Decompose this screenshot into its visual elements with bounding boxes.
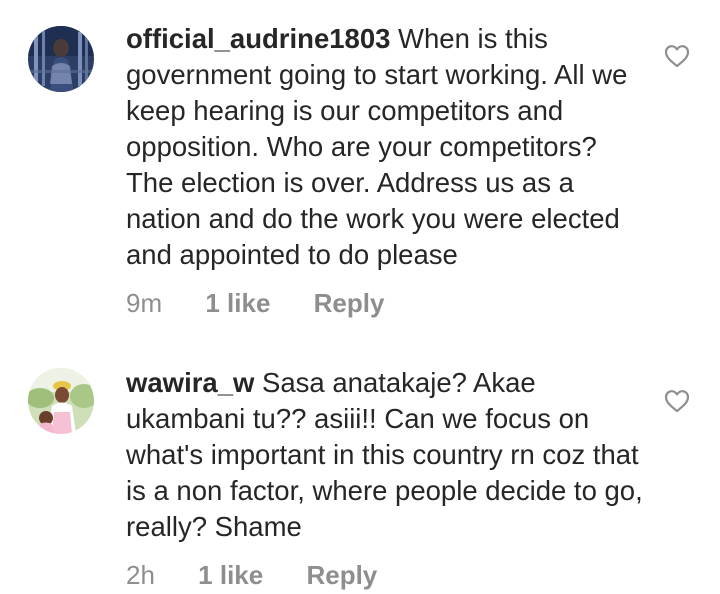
heart-outline-icon[interactable] <box>664 389 690 413</box>
comment-meta: 2h 1 like Reply <box>126 557 646 593</box>
heart-outline-icon[interactable] <box>664 44 690 68</box>
comment-timestamp: 9m <box>126 288 163 318</box>
reply-button[interactable]: Reply <box>306 557 377 593</box>
comment-username[interactable]: official_audrine1803 <box>126 23 390 54</box>
comment-username[interactable]: wawira_w <box>126 367 254 398</box>
comments-list: official_audrine1803 When is this govern… <box>0 0 720 594</box>
comment-likes-count[interactable]: 1 like <box>198 557 263 593</box>
comment-body: wawira_w Sasa anatakaje? Akae ukambani t… <box>126 365 646 593</box>
comment-text: official_audrine1803 When is this govern… <box>126 21 646 273</box>
avatar[interactable] <box>28 368 94 434</box>
reply-button[interactable]: Reply <box>314 285 385 321</box>
comment-likes-count[interactable]: 1 like <box>205 285 270 321</box>
comment-meta: 9m 1 like Reply <box>126 285 646 321</box>
comment-timestamp: 2h <box>126 560 155 590</box>
comment-body: official_audrine1803 When is this govern… <box>126 21 646 321</box>
comment-content: When is this government going to start w… <box>126 23 628 270</box>
avatar[interactable] <box>28 26 94 92</box>
comment-text: wawira_w Sasa anatakaje? Akae ukambani t… <box>126 365 646 545</box>
